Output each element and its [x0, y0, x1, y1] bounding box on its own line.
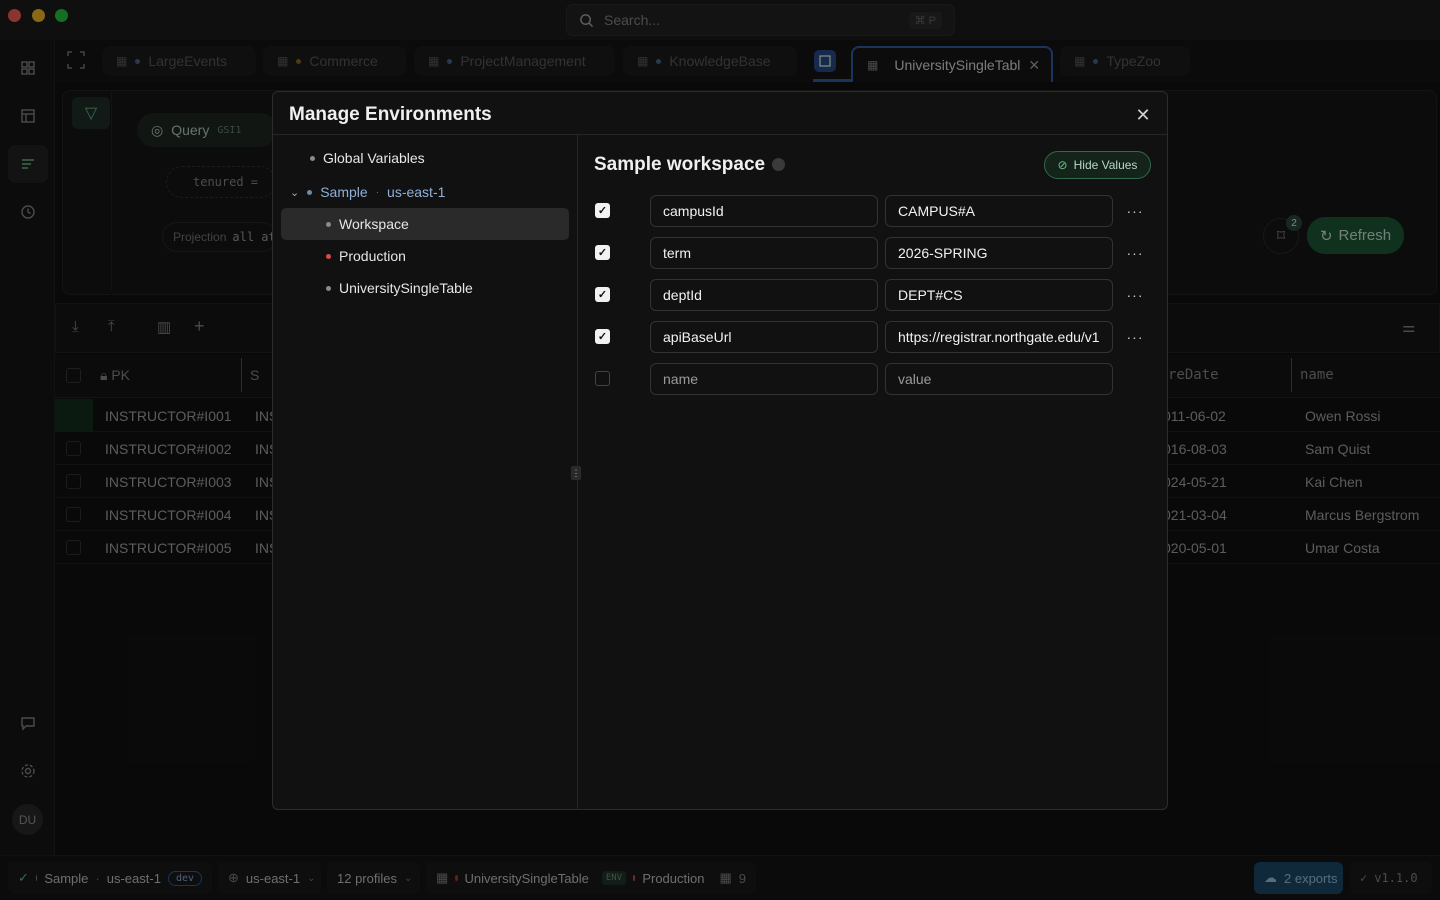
modal-title: Manage Environments — [289, 104, 492, 125]
variable-value-input[interactable]: CAMPUS#A — [885, 195, 1113, 227]
status-indicator — [772, 158, 785, 171]
variable-key-input[interactable]: apiBaseUrl — [650, 321, 878, 353]
variable-enabled-checkbox[interactable]: ✓ — [595, 287, 610, 302]
variable-key-input[interactable]: term — [650, 237, 878, 269]
bullet-dot — [326, 221, 331, 227]
manage-environments-modal: Manage Environments ✕ ⋮ Global Variables… — [272, 91, 1168, 810]
more-options-icon[interactable]: ··· — [1123, 241, 1147, 265]
variable-key-input[interactable]: campusId — [650, 195, 878, 227]
more-options-icon[interactable]: ··· — [1123, 325, 1147, 349]
variable-key-input[interactable]: deptId — [650, 279, 878, 311]
tree-label: UniversitySingleTable — [339, 280, 473, 296]
variable-value-input[interactable]: https://registrar.northgate.edu/v1 — [885, 321, 1113, 353]
section-title: Sample workspace — [594, 154, 766, 175]
variable-value-input[interactable]: DEPT#CS — [885, 279, 1113, 311]
bullet-dot — [326, 285, 331, 291]
new-variable-value-input[interactable]: value — [885, 363, 1113, 395]
close-icon[interactable]: ✕ — [1133, 105, 1153, 125]
chevron-down-icon: ⌄ — [290, 186, 300, 199]
resize-handle-icon[interactable]: ⋮ — [571, 466, 581, 480]
new-variable-key-input[interactable]: name — [650, 363, 878, 395]
variable-enabled-checkbox[interactable]: ✓ — [595, 245, 610, 260]
hide-values-button[interactable]: ⊘ Hide Values — [1044, 151, 1151, 179]
modal-divider — [273, 134, 1167, 135]
variable-value-input[interactable]: 2026-SPRING — [885, 237, 1113, 269]
tree-label: Sample — [320, 184, 368, 200]
tree-label: Production — [339, 248, 406, 264]
eye-off-icon: ⊘ — [1057, 158, 1068, 172]
tree-label: Workspace — [339, 216, 409, 232]
tree-item-universitysingletable[interactable]: UniversitySingleTable — [326, 280, 473, 296]
tree-region: us-east-1 — [387, 184, 446, 200]
hide-values-label: Hide Values — [1073, 158, 1138, 172]
variable-enabled-checkbox[interactable]: ✓ — [595, 329, 610, 344]
bullet-dot — [310, 155, 315, 161]
tree-selection-highlight — [281, 208, 569, 240]
more-options-icon[interactable]: ··· — [1123, 283, 1147, 307]
bullet-dot — [326, 253, 331, 259]
variable-enabled-checkbox[interactable]: ✓ — [595, 203, 610, 218]
tree-item-workspace[interactable]: Workspace — [326, 216, 409, 232]
new-variable-checkbox[interactable] — [595, 371, 610, 386]
tree-item-global-variables[interactable]: Global Variables — [310, 150, 425, 166]
tree-item-production[interactable]: Production — [326, 248, 406, 264]
more-options-icon[interactable]: ··· — [1123, 199, 1147, 223]
bullet-dot — [307, 189, 313, 195]
tree-item-sample[interactable]: ⌄ Sample · us-east-1 — [290, 184, 445, 200]
tree-label: Global Variables — [323, 150, 425, 166]
